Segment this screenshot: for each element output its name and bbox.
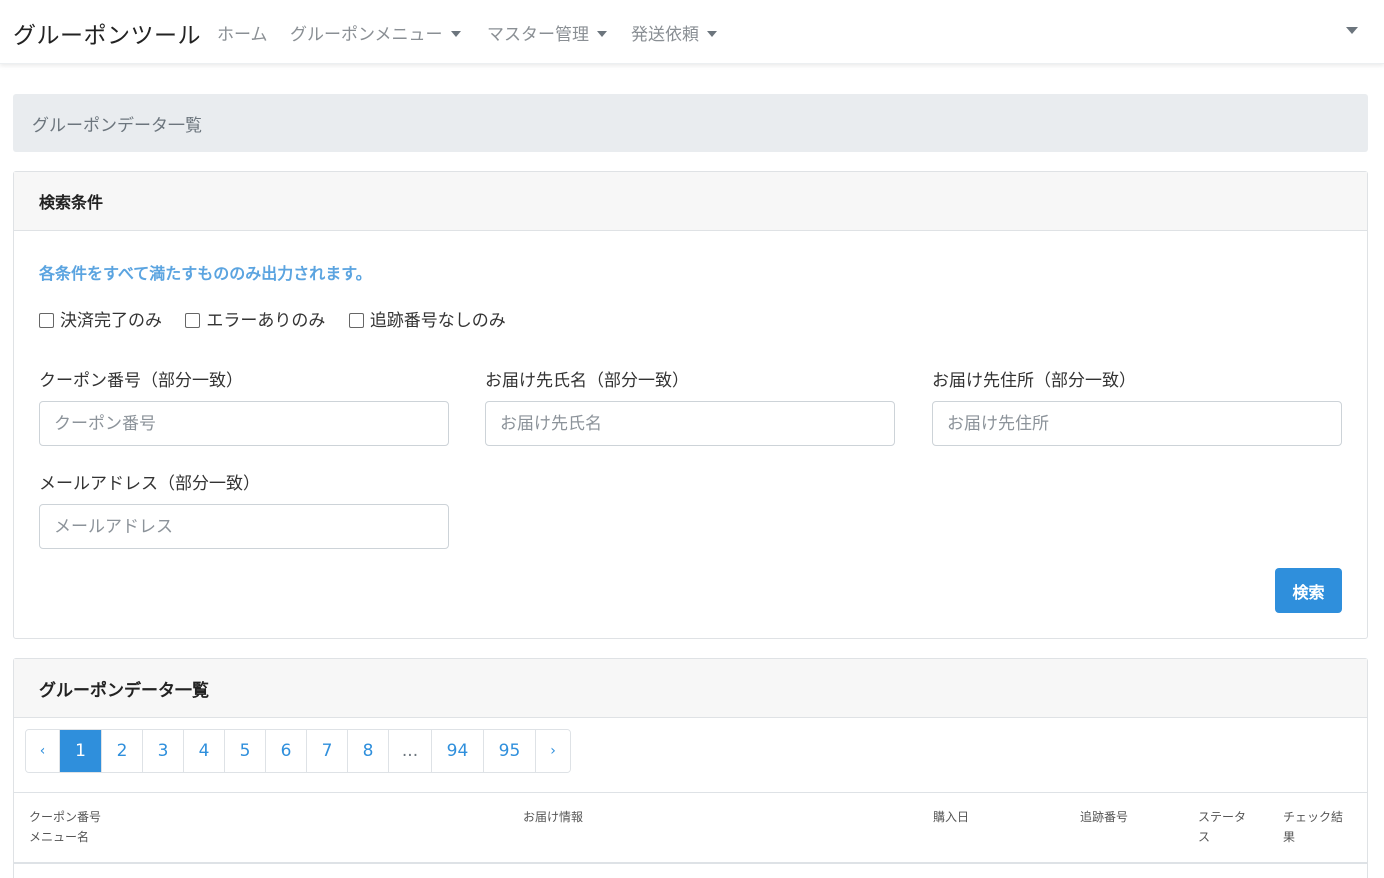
user-menu-chevron-icon[interactable]: [1346, 27, 1358, 34]
filter-checkboxes: 決済完了のみ エラーありのみ 追跡番号なしのみ: [39, 306, 524, 331]
nav-home-label: ホーム: [217, 25, 268, 45]
pagination: ‹ 1 2 3 4 5 6 7 8 ... 94 95 ›: [25, 729, 571, 773]
pagination-prev[interactable]: ‹: [26, 730, 60, 772]
checkbox-box[interactable]: [185, 313, 201, 328]
page-link[interactable]: 6: [266, 730, 307, 772]
th-menu: メニュー名: [29, 830, 90, 844]
page-link[interactable]: 8: [348, 730, 389, 772]
email-input[interactable]: [39, 504, 449, 549]
list-card-title: グルーポンデータ一覧: [39, 681, 209, 701]
nav-master-label: マスター管理: [487, 25, 589, 45]
checkbox-box[interactable]: [348, 313, 364, 328]
breadcrumb: グルーポンデータ一覧: [13, 94, 1368, 152]
name-field-label: お届け先氏名（部分一致）: [485, 371, 689, 391]
pagination-next[interactable]: ›: [536, 730, 570, 772]
th-purchase-date: 購入日: [933, 810, 970, 824]
search-card-header: 検索条件: [14, 172, 1367, 231]
th-check-line2: 果: [1283, 830, 1296, 844]
search-card-title: 検索条件: [39, 193, 104, 212]
th-delivery: お届け情報: [523, 810, 584, 824]
nav-shipping-label: 発送依頼: [631, 25, 699, 45]
checkbox-paid-only[interactable]: 決済完了のみ: [39, 306, 162, 331]
th-coupon-menu: クーポン番号 メニュー名: [29, 807, 101, 847]
page-link[interactable]: 7: [307, 730, 348, 772]
coupon-field-label: クーポン番号（部分一致）: [39, 371, 243, 391]
th-check-line1: チェック結: [1283, 810, 1344, 824]
nav-master[interactable]: マスター管理: [487, 20, 607, 45]
nav-groupon-menu[interactable]: グルーポンメニュー: [290, 20, 461, 45]
chevron-down-icon: [450, 30, 461, 37]
th-check-result: チェック結 果: [1283, 807, 1343, 847]
page-link[interactable]: 1: [60, 730, 102, 772]
chevron-down-icon: [707, 30, 717, 37]
nav-groupon-menu-label: グルーポンメニュー: [290, 25, 443, 45]
top-navbar: グルーポンツール ホーム グルーポンメニュー マスター管理 発送依頼: [0, 0, 1384, 64]
page-link[interactable]: 3: [143, 730, 184, 772]
checkbox-label: 決済完了のみ: [60, 311, 162, 331]
table-header: クーポン番号 メニュー名 お届け情報 購入日 追跡番号 ステータ ス チェック結…: [14, 792, 1367, 864]
address-input[interactable]: [932, 401, 1342, 446]
nav-home[interactable]: ホーム: [217, 20, 268, 45]
page-link[interactable]: 4: [184, 730, 225, 772]
email-field-label: メールアドレス（部分一致）: [39, 474, 260, 494]
checkbox-error-only[interactable]: エラーありのみ: [185, 306, 325, 331]
search-note: 各条件をすべて満たすもののみ出力されます。: [39, 264, 372, 283]
checkbox-label: 追跡番号なしのみ: [369, 311, 506, 331]
navbar-brand[interactable]: グルーポンツール: [13, 16, 201, 50]
checkbox-box[interactable]: [39, 313, 54, 328]
page-ellipsis: ...: [389, 730, 432, 772]
search-button[interactable]: 検索: [1275, 568, 1342, 613]
name-input[interactable]: [485, 401, 895, 446]
list-card-header: グルーポンデータ一覧: [14, 659, 1367, 718]
page-link[interactable]: 2: [102, 730, 143, 772]
checkbox-label: エラーありのみ: [206, 311, 326, 331]
search-card: 検索条件 各条件をすべて満たすもののみ出力されます。 決済完了のみ エラーありの…: [13, 171, 1368, 639]
checkbox-no-tracking-only[interactable]: 追跡番号なしのみ: [348, 306, 506, 331]
breadcrumb-current: グルーポンデータ一覧: [32, 116, 202, 136]
th-status-line1: ステータ: [1198, 810, 1247, 824]
coupon-input[interactable]: [39, 401, 449, 446]
th-status: ステータ ス: [1198, 807, 1246, 847]
th-coupon: クーポン番号: [29, 810, 102, 824]
list-card: グルーポンデータ一覧 ‹ 1 2 3 4 5 6 7 8 ... 94 95 ›…: [13, 658, 1368, 878]
th-status-line2: ス: [1198, 830, 1211, 844]
page-link[interactable]: 95: [484, 730, 536, 772]
nav-shipping[interactable]: 発送依頼: [631, 20, 717, 45]
page-link[interactable]: 94: [432, 730, 484, 772]
page-link[interactable]: 5: [225, 730, 266, 772]
address-field-label: お届け先住所（部分一致）: [932, 371, 1136, 391]
chevron-down-icon: [597, 30, 607, 37]
th-tracking: 追跡番号: [1080, 810, 1129, 824]
